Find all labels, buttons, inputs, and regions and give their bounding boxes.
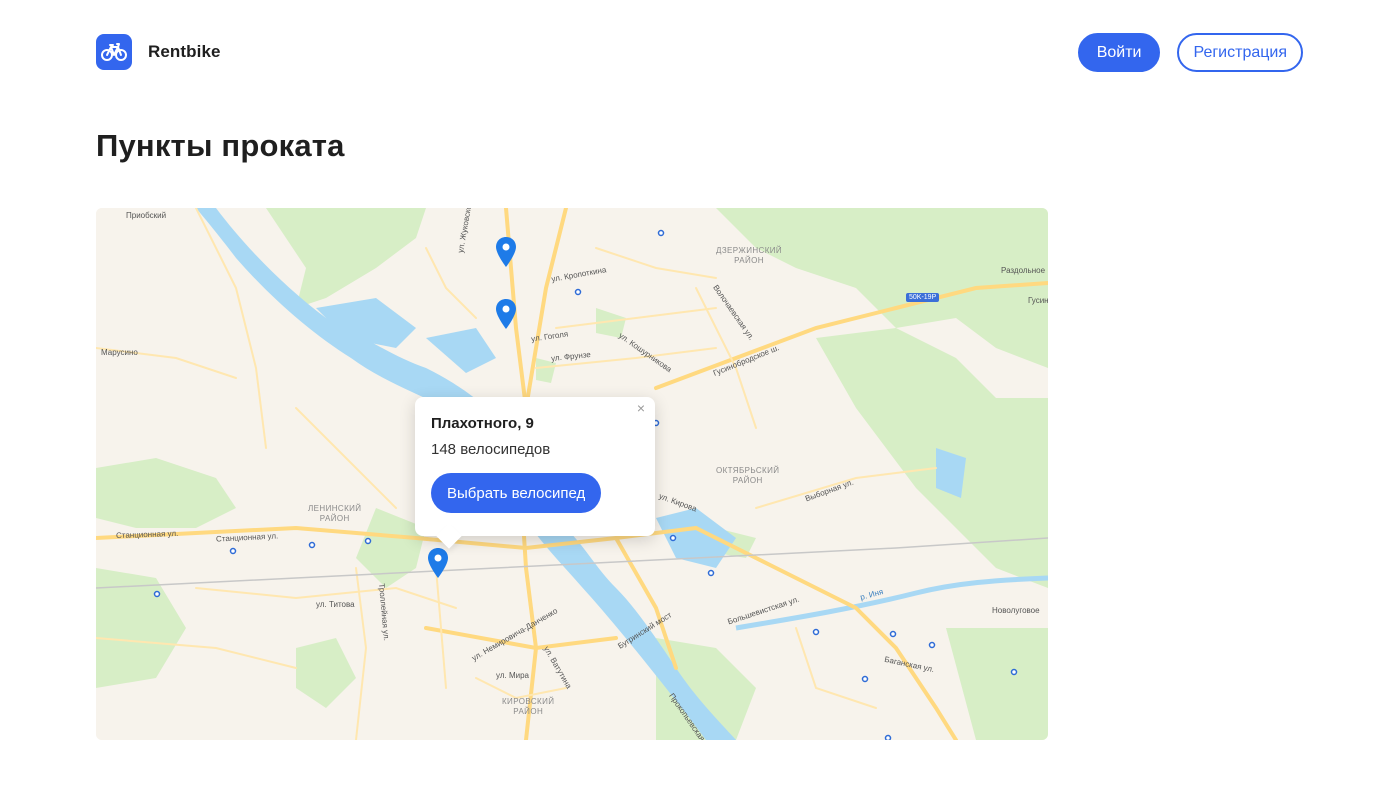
site-header: Rentbike Войти Регистрация	[96, 33, 1303, 72]
popup-bike-count: 148 велосипедов	[431, 441, 551, 458]
choose-bike-button[interactable]: Выбрать велосипед	[431, 473, 602, 513]
district-label: КИРОВСКИЙ РАЙОН	[502, 697, 555, 716]
page-title: Пункты проката	[96, 128, 345, 163]
auth-actions: Войти Регистрация	[1077, 33, 1303, 72]
district-label: ДЗЕРЖИНСКИЙ РАЙОН	[716, 246, 783, 265]
district-label: ОКТЯБРЬСКИЙ РАЙОН	[716, 466, 780, 485]
brand-name: Rentbike	[148, 42, 221, 61]
close-icon[interactable]: ×	[633, 400, 649, 416]
map-label: ул. Мира	[496, 671, 529, 680]
map-label: Раздольное	[1001, 266, 1046, 275]
district-label: ЛЕНИНСКИЙ РАЙОН	[308, 504, 362, 523]
rental-points-map[interactable]: Приобский Марусино ул. Жуковского ул. Кр…	[96, 208, 1048, 740]
road-number-badge: 50K-19P	[906, 293, 940, 302]
rental-point-popup: × Плахотного, 9 148 велосипедов Выбрать …	[415, 397, 655, 549]
map-label: Гусин	[1028, 296, 1048, 305]
rental-point-pin[interactable]	[495, 299, 517, 329]
popup-address: Плахотного, 9	[431, 415, 534, 432]
map-label: Новолуговое	[992, 606, 1040, 615]
map-label: Приобский	[126, 211, 167, 220]
register-button[interactable]: Регистрация	[1177, 33, 1303, 72]
map-label: ул. Титова	[316, 600, 355, 609]
map-label: Марусино	[101, 348, 138, 357]
rental-point-pin-selected[interactable]	[427, 548, 449, 578]
bicycle-icon	[96, 34, 132, 70]
brand-logo[interactable]: Rentbike	[96, 34, 221, 70]
login-button[interactable]: Войти	[1077, 33, 1161, 72]
rental-point-pin[interactable]	[495, 237, 517, 267]
